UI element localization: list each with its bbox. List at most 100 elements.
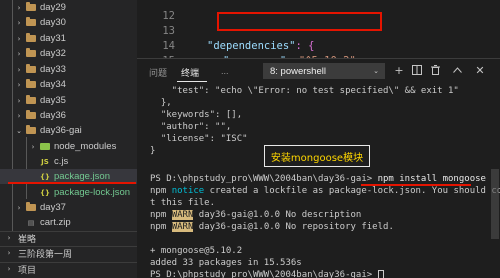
sidebar-item-label: package.json <box>54 171 110 182</box>
editor-line: 15 } <box>137 39 213 82</box>
sidebar-item-package-lock-json[interactable]: {} package-lock.json <box>0 185 137 200</box>
terminal-line: t this file. <box>150 198 216 208</box>
sidebar-item-label: day36-gai <box>40 125 82 136</box>
folder-icon <box>26 2 36 11</box>
chevron-right-icon: › <box>17 96 21 105</box>
sidebar-item-day34[interactable]: › day34 <box>0 77 137 92</box>
sidebar-item-day36-gai[interactable]: ⌄ day36-gai <box>0 123 137 138</box>
sidebar-item-day30[interactable]: › day30 <box>0 15 137 30</box>
terminal-line: "license": "ISC" <box>150 134 248 144</box>
chevron-right-icon: › <box>17 80 21 89</box>
terminal-select[interactable]: 8: powershell ⌄ <box>263 63 385 79</box>
sidebar-item-label: c.js <box>54 156 69 167</box>
tab-terminal[interactable]: 终端 <box>181 66 199 79</box>
npm-label: npm <box>150 222 167 232</box>
split-icon[interactable] <box>410 63 424 77</box>
annotation-underline-package-json <box>8 182 136 184</box>
sidebar-item-label: day35 <box>40 95 66 106</box>
sidebar-item-day36[interactable]: › day36 <box>0 108 137 123</box>
code-editor[interactable]: 12 13 "dependencies": { 14 "mongoose": "… <box>137 0 500 82</box>
annotation-underline-command <box>361 184 471 186</box>
sidebar-item-label: day33 <box>40 64 66 75</box>
sidebar-item-day32[interactable]: › day32 <box>0 46 137 61</box>
sidebar-item-label: day34 <box>40 79 66 90</box>
chevron-up-icon[interactable] <box>450 63 464 77</box>
terminal-line: npm WARN day36-gai@1.0.0 No description <box>150 209 361 221</box>
chevron-right-icon: › <box>17 65 21 74</box>
chevron-right-icon: › <box>31 142 35 151</box>
terminal-text: created a lockfile as package-lock.json.… <box>204 186 500 196</box>
sidebar-section-stage3-week1[interactable]: › 三阶段第一周 <box>0 246 137 259</box>
sidebar-section-project[interactable]: › 项目 <box>0 262 137 275</box>
javascript-file-icon: JS <box>41 157 49 166</box>
chevron-right-icon: › <box>17 49 21 58</box>
close-icon[interactable]: ✕ <box>473 63 487 77</box>
sidebar-item-label: day32 <box>40 48 66 59</box>
chevron-right-icon: › <box>7 265 11 273</box>
sidebar-item-label: day29 <box>40 2 66 13</box>
terminal-cursor <box>377 269 384 278</box>
trash-icon[interactable] <box>428 63 442 77</box>
json-file-icon: {} <box>40 172 50 181</box>
explorer-sidebar: › day29 › day30 › day31 › day32 › day33 … <box>0 0 137 278</box>
folder-icon <box>26 64 36 73</box>
sidebar-item-label: cart.zip <box>40 217 71 228</box>
sidebar-item-cart-zip[interactable]: ▤ cart.zip <box>0 215 137 230</box>
sidebar-item-label: node_modules <box>54 141 117 152</box>
terminal-scrollbar[interactable] <box>491 169 499 239</box>
tab-problems[interactable]: 问题 <box>149 66 167 79</box>
sidebar-item-label: day30 <box>40 17 66 28</box>
chevron-right-icon: › <box>17 111 21 120</box>
sidebar-section-cuilue[interactable]: › 崔略 <box>0 231 137 244</box>
sidebar-item-day33[interactable]: › day33 <box>0 62 137 77</box>
tab-more[interactable]: ... <box>221 66 229 76</box>
editor-line: 12 <box>137 0 175 22</box>
terminal-select-value: 8: powershell <box>270 65 326 77</box>
terminal-output[interactable]: "test": "echo \"Error: no test specified… <box>137 85 500 278</box>
npm-warn-badge: WARN <box>171 222 194 232</box>
plus-icon[interactable]: + <box>392 63 406 77</box>
chevron-right-icon: › <box>7 249 11 257</box>
terminal-prompt-line: PS D:\phpstudy_pro\WWW\2004ban\day36-gai… <box>150 269 384 278</box>
folder-icon <box>26 33 36 42</box>
terminal-prompt: PS D:\phpstudy_pro\WWW\2004ban\day36-gai… <box>150 270 378 278</box>
terminal-line: "keywords": [], <box>150 110 243 120</box>
npm-warn-badge: WARN <box>171 210 194 220</box>
terminal-line: "test": "echo \"Error: no test specified… <box>150 86 459 96</box>
terminal-line: }, <box>150 98 172 108</box>
chevron-down-icon: ⌄ <box>16 126 22 135</box>
npm-notice-label: notice <box>171 186 205 196</box>
sidebar-item-day31[interactable]: › day31 <box>0 31 137 46</box>
json-key: "dependencies" <box>207 40 296 52</box>
terminal-command: npm install mongoose <box>377 174 486 184</box>
npm-label: npm <box>150 210 167 220</box>
folder-icon <box>26 79 36 88</box>
terminal-line: npm notice created a lockfile as package… <box>150 185 500 197</box>
node-modules-folder-icon <box>40 143 50 150</box>
sidebar-item-label: day36 <box>40 110 66 121</box>
sidebar-item-c-js[interactable]: JS c.js <box>0 154 137 169</box>
sidebar-section-label: 三阶段第一周 <box>18 248 73 259</box>
annotation-box-mongoose-dependency <box>217 12 382 31</box>
sidebar-item-day35[interactable]: › day35 <box>0 93 137 108</box>
terminal-line: added 33 packages in 15.536s <box>150 258 302 268</box>
sidebar-item-node-modules[interactable]: › node_modules <box>0 139 137 154</box>
active-tab-indicator <box>177 81 207 82</box>
sidebar-item-day29[interactable]: › day29 <box>0 0 137 15</box>
folder-icon <box>26 17 36 26</box>
bottom-panel: 问题 终端 ... 8: powershell ⌄ + ✕ "test": "e… <box>137 58 500 278</box>
chevron-right-icon: › <box>17 3 21 12</box>
folder-icon <box>26 202 36 211</box>
chevron-right-icon: › <box>17 34 21 43</box>
sidebar-item-day37[interactable]: › day37 <box>0 200 137 215</box>
editor-line: 14 "mongoose": "^5.10.2" <box>137 24 355 67</box>
chevron-down-icon: ⌄ <box>373 68 379 75</box>
terminal-line: } <box>150 146 156 156</box>
chevron-right-icon: › <box>17 18 21 27</box>
sidebar-item-label: day31 <box>40 33 66 44</box>
sidebar-item-label: day37 <box>40 202 66 213</box>
json-punctuation: : { <box>295 40 315 52</box>
chevron-right-icon: › <box>7 234 11 242</box>
terminal-text: day36-gai@1.0.0 No repository field. <box>193 222 394 232</box>
editor-line: 13 "dependencies": { <box>137 9 314 52</box>
